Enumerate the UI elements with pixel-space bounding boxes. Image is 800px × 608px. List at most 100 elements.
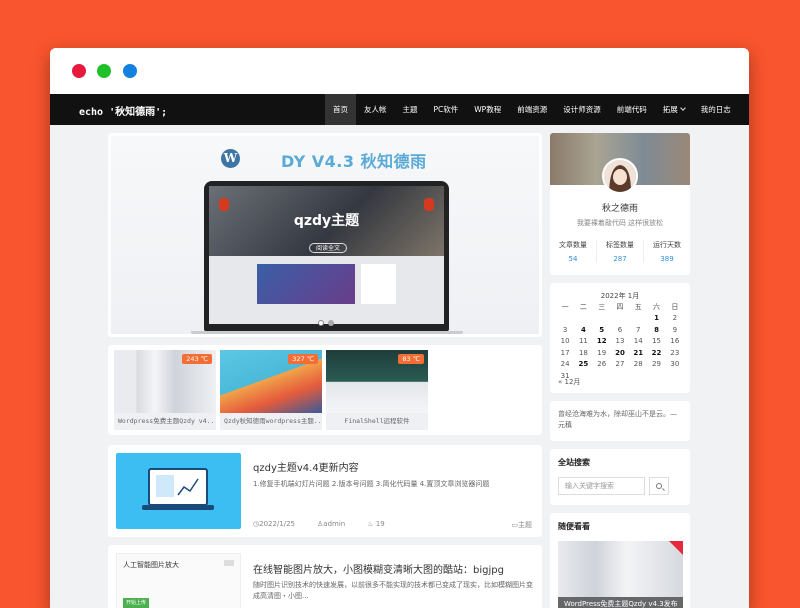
calendar-day[interactable]: 22 [647,347,665,359]
avatar-illustration [604,160,636,192]
profile-stats: 文章数量 54 标签数量 287 运行天数 389 [550,240,690,263]
calendar-day[interactable]: 5 [593,324,611,336]
calendar-widget: 2022年 1月 一 二 三 四 五 六 日 1 2 3 4 5 6 7 8 9 10 11 12 13… [550,283,690,393]
fire-icon: ♨ [367,520,374,528]
calendar-day: 6 [617,325,623,334]
random-post-caption: WordPress免费主题Qzdy v4.3发布 [558,597,683,608]
thumb-caption: Qzdy秋知德雨wordpress主题... [224,417,322,425]
stat-tags: 标签数量 287 [597,240,644,263]
stat-days: 运行天数 389 [644,240,690,263]
calendar-day [666,370,684,382]
banner-title: DY V4.3 秋知德雨 [281,152,427,171]
featured-thumb[interactable]: 243 ℃ Wordpress免费主题Qzdy v4... [114,350,216,430]
avatar[interactable] [602,158,638,194]
browser-window: echo '秋知德雨'; 首页 友人帐 主题 PC软件 WP教程 前端资源 设计… [50,48,749,608]
weekday: 六 [653,302,661,311]
calendar-day: 7 [636,325,641,334]
laptop-screen: qzdy主题 阅读全文 [209,186,444,324]
profile-name: 秋之德雨 [601,204,638,214]
thumb-caption: FinalShell远程软件 [344,417,410,425]
calendar-day: 3 [562,325,568,334]
nav-item-themes[interactable]: 主题 [395,94,426,125]
slider-dot-active[interactable] [318,320,324,326]
calendar-table: 一 二 三 四 五 六 日 1 2 3 4 5 6 7 8 9 10 11 12 13 14 15 16 17 1… [556,301,684,382]
post-title[interactable]: qzdy主题v4.4更新内容 [253,459,359,474]
laptop-illustration: qzdy主题 阅读全文 [204,181,449,331]
post-card: 人工智能图片放大 开始上传 在线智能图片放大，小图模糊变清晰大图的酷站：bigj… [108,545,542,608]
post-category-value: 主题 [518,521,532,529]
calendar-day [574,313,592,325]
nav-item-frontend-code[interactable]: 前端代码 [609,94,655,125]
calendar-day [629,313,647,325]
weekday: 五 [634,302,642,311]
quote-text: 曾经沧海难为水，除却巫山不是云。—元稹 [558,410,677,429]
weekday: 一 [561,302,569,311]
calendar-day: 24 [560,360,570,369]
stat-value: 389 [660,255,674,263]
calendar-day [611,313,629,325]
search-button[interactable] [649,477,669,495]
calendar-day: 11 [578,337,588,346]
nav-item-designer-resources[interactable]: 设计师资源 [555,94,609,125]
calendar-week: 3456 789 [556,324,684,336]
nav-item-my-log[interactable]: 我的日志 [693,94,739,125]
slider-dot[interactable] [328,320,334,326]
hot-ribbon-icon [669,541,683,555]
post-meta: ◷2022/1/25 ♙admin ♨ 19 ▭主题 [253,520,532,530]
featured-thumb[interactable]: 83 ℃ FinalShell远程软件 [326,350,428,430]
post-category[interactable]: ▭主题 [511,520,532,530]
search-input[interactable]: 输入关键字搜索 [558,477,645,495]
laptop-base [191,331,463,334]
nav-item-frontend-resources[interactable]: 前端资源 [509,94,555,125]
stat-label: 运行天数 [653,241,681,249]
post-thumbnail[interactable] [116,453,241,529]
slider-pager [318,320,334,326]
post-excerpt: 1.修复手机端幻灯片问题 2.版本号问题 3.简化代码量 4.置顶文章浏览器问题 [253,480,490,488]
calendar-body: 1 2 3 4 5 6 7 8 9 10 11 12 13 14 15 16 17 18 19 20 21 22 23 24 2… [556,313,684,382]
post-card: qzdy主题v4.4更新内容 1.修复手机端幻灯片问题 2.版本号问题 3.简化… [108,445,542,537]
search-icon [656,483,662,489]
nav-item-friends[interactable]: 友人帐 [356,94,395,125]
search-widget: 全站搜索 输入关键字搜索 [550,449,690,505]
thumb-label: 人工智能图片放大 [123,561,179,569]
site-brand[interactable]: echo '秋知德雨'; [79,103,167,118]
calendar-day [556,313,574,325]
calendar-day[interactable]: 20 [611,347,629,359]
nav-item-home[interactable]: 首页 [325,94,356,125]
calendar-day[interactable]: 25 [574,359,592,371]
calendar-day: 30 [670,360,680,369]
banner-slider[interactable]: W DY V4.3 秋知德雨 qzdy主题 阅读全文 [108,133,542,337]
post-author[interactable]: ♙admin [317,520,345,530]
calendar-day [647,370,665,382]
minimize-window-button[interactable] [123,64,137,78]
nav-item-extend[interactable]: 拓展 [655,94,693,125]
weekday: 日 [671,302,679,311]
heat-badge: 83 ℃ [398,354,424,364]
post-date-value: 2022/1/25 [259,520,296,528]
close-window-button[interactable] [72,64,86,78]
calendar-day: 23 [670,348,680,357]
thumb-ui-chip [224,560,234,566]
calendar-day[interactable]: 4 [574,324,592,336]
featured-thumb[interactable]: 327 ℃ Qzdy秋知德雨wordpress主题... [220,350,322,430]
maximize-window-button[interactable] [97,64,111,78]
calendar-day: 17 [560,348,570,357]
thumb-caption: Wordpress免费主题Qzdy v4... [118,417,216,425]
random-post-image[interactable]: WordPress免费主题Qzdy v4.3发布 [558,541,683,608]
main-menu: 首页 友人帐 主题 PC软件 WP教程 前端资源 设计师资源 前端代码 拓展 我… [325,94,739,125]
profile-description: 我要裸着敲代码 这样很放松 [576,219,664,227]
calendar-day[interactable]: 21 [629,347,647,359]
top-navbar: echo '秋知德雨'; 首页 友人帐 主题 PC软件 WP教程 前端资源 设计… [50,94,749,125]
nav-item-wp-tutorial[interactable]: WP教程 [466,94,509,125]
calendar-day [593,313,611,325]
weekday-row: 一 二 三 四 五 六 日 [556,301,684,313]
nav-item-pc-software[interactable]: PC软件 [426,94,467,125]
post-title[interactable]: 在线智能图片放大，小图模糊变清晰大图的酷站：bigjpg [253,561,504,576]
calendar-day[interactable]: 8 [647,324,665,336]
post-views: ♨ 19 [367,520,384,530]
calendar-prev-month[interactable]: « 12月 [558,377,580,387]
calendar-day: 27 [615,360,625,369]
calendar-day[interactable]: 12 [593,336,611,348]
screen-content [209,256,444,324]
calendar-day[interactable]: 1 [647,313,665,325]
